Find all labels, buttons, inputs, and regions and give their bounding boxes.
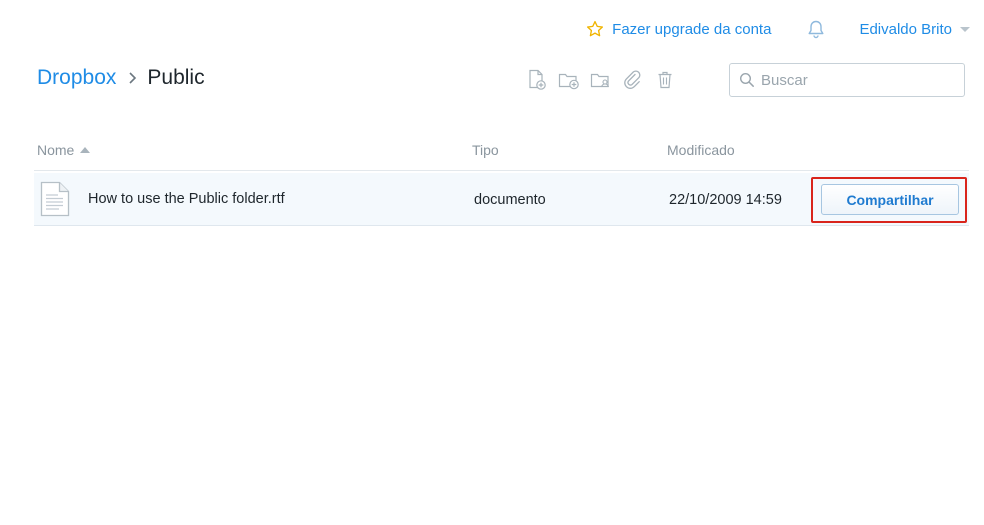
trash-icon: [658, 71, 672, 89]
bell-icon: [808, 20, 824, 39]
file-toolbar: [526, 68, 684, 92]
delete-button[interactable]: [654, 68, 676, 92]
upgrade-account-link[interactable]: Fazer upgrade da conta: [586, 20, 771, 38]
chevron-down-icon: [960, 26, 970, 32]
chevron-right-icon: [128, 71, 137, 85]
sort-ascending-icon: [80, 147, 91, 153]
column-name-label: Nome: [37, 142, 75, 158]
upgrade-label: Fazer upgrade da conta: [612, 20, 772, 38]
new-folder-button[interactable]: [558, 68, 580, 92]
table-row[interactable]: How to use the Public folder.rtf documen…: [34, 173, 969, 226]
link-icon: [624, 70, 641, 89]
share-button[interactable]: Compartilhar: [821, 184, 959, 215]
new-folder-icon: [558, 73, 579, 90]
notifications-button[interactable]: [807, 19, 825, 39]
file-modified: 22/10/2009 14:59: [669, 192, 782, 208]
breadcrumb: Dropbox Public: [37, 66, 205, 90]
column-header-modified[interactable]: Modificado: [667, 142, 735, 158]
new-file-icon: [529, 69, 546, 90]
breadcrumb-current: Public: [147, 66, 205, 89]
search-box: [729, 63, 965, 97]
column-header-type[interactable]: Tipo: [472, 142, 499, 158]
get-link-button[interactable]: [622, 68, 644, 92]
search-icon: [739, 72, 754, 87]
user-menu[interactable]: Edivaldo Brito: [859, 21, 970, 38]
column-header-name[interactable]: Nome: [37, 142, 91, 158]
breadcrumb-root-link[interactable]: Dropbox: [37, 66, 116, 90]
file-type: documento: [474, 192, 546, 208]
shared-folder-button[interactable]: [590, 68, 612, 92]
search-input[interactable]: [761, 71, 951, 89]
user-name: Edivaldo Brito: [859, 20, 952, 38]
document-file-icon: [40, 181, 70, 222]
top-bar: Fazer upgrade da conta Edivaldo Brito: [586, 16, 970, 42]
star-icon: [587, 20, 604, 37]
shared-folder-icon: [590, 73, 610, 88]
header-divider: [34, 170, 969, 171]
file-name[interactable]: How to use the Public folder.rtf: [88, 191, 285, 207]
new-file-button[interactable]: [526, 68, 548, 92]
